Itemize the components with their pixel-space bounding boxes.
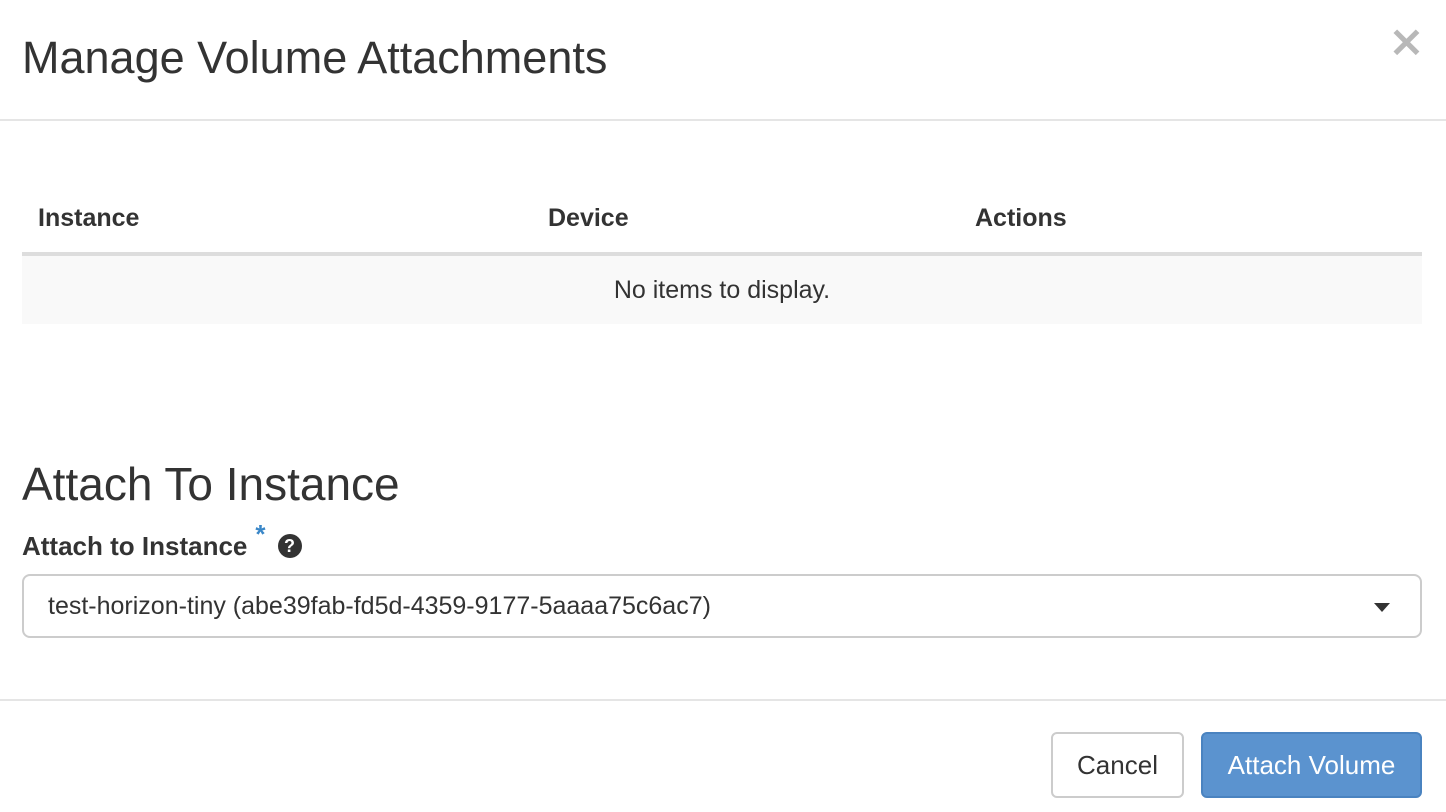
instance-select[interactable]: test-horizon-tiny (abe39fab-fd5d-4359-91… <box>22 574 1422 638</box>
cancel-button[interactable]: Cancel <box>1051 732 1184 798</box>
empty-table-message: No items to display. <box>22 254 1422 324</box>
close-icon[interactable]: × <box>1388 20 1425 64</box>
attach-instance-label-text: Attach to Instance <box>22 530 248 561</box>
attach-section-title: Attach To Instance <box>22 458 400 510</box>
table-row: No items to display. <box>22 254 1422 324</box>
modal-footer: Cancel Attach Volume <box>0 699 1446 812</box>
caret-down-icon <box>1374 603 1390 612</box>
attachments-table: Instance Device Actions No items to disp… <box>22 184 1422 324</box>
modal-header: Manage Volume Attachments × <box>0 0 1446 121</box>
manage-volume-attachments-modal: Manage Volume Attachments × Instance Dev… <box>0 0 1446 812</box>
modal-title: Manage Volume Attachments <box>22 32 608 83</box>
table-header-row: Instance Device Actions <box>22 184 1422 256</box>
help-icon[interactable]: ? <box>277 534 302 558</box>
column-header-device[interactable]: Device <box>532 184 959 256</box>
attach-instance-label: Attach to Instance * ? <box>22 519 302 566</box>
instance-select-value: test-horizon-tiny (abe39fab-fd5d-4359-91… <box>48 592 711 620</box>
column-header-instance[interactable]: Instance <box>22 184 532 256</box>
column-header-actions: Actions <box>959 184 1422 256</box>
attach-volume-button[interactable]: Attach Volume <box>1201 732 1422 798</box>
required-asterisk: * <box>255 518 266 549</box>
